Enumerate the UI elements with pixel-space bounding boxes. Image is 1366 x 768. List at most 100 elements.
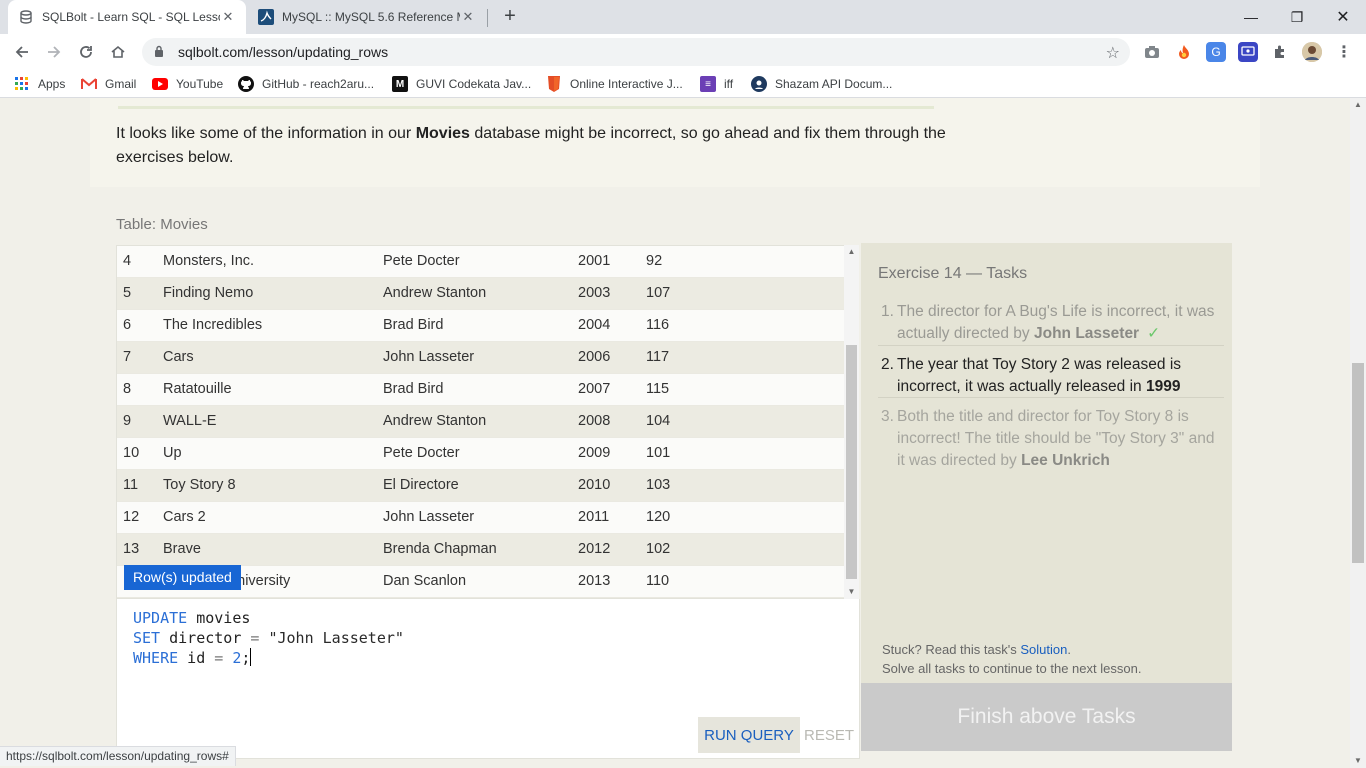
bookmark-iff[interactable]: ≡ iff (700, 76, 733, 92)
cell-length: 103 (646, 477, 671, 493)
table-row: 5 Finding Nemo Andrew Stanton 2003 107 (117, 278, 845, 310)
back-icon[interactable] (10, 40, 34, 64)
bookmark-label: Shazam API Docum... (775, 77, 893, 91)
cell-length: 107 (646, 285, 671, 301)
cell-title: Brave (163, 541, 201, 557)
finish-tasks-button[interactable]: Finish above Tasks (861, 683, 1232, 751)
youtube-icon (152, 76, 168, 92)
cell-director: John Lasseter (383, 509, 475, 525)
bookmark-online-interactive[interactable]: Online Interactive J... (546, 76, 683, 92)
exercise-area: Table: Movies 4 Monsters, Inc. Pete Docter… (90, 187, 1260, 768)
bookmark-shazam[interactable]: Shazam API Docum... (751, 76, 892, 92)
extensions-puzzle-icon[interactable] (1270, 42, 1290, 62)
cell-id: 10 (123, 445, 140, 461)
cell-title: Ratatouille (163, 381, 232, 397)
stuck-hint: Stuck? Read this task's Solution. Solve … (882, 642, 1142, 676)
tab-sqlbolt[interactable]: SQLBolt - Learn SQL - SQL Lesson ✕ (8, 0, 246, 34)
html5-shield-icon (546, 76, 562, 92)
reset-button[interactable]: RESET (802, 717, 856, 753)
scroll-down-icon[interactable]: ▼ (1350, 754, 1366, 768)
divider (878, 397, 1224, 398)
table-row: 9 WALL-E Andrew Stanton 2008 104 (117, 406, 845, 438)
cell-director: El Directore (383, 477, 459, 493)
divider (878, 345, 1224, 346)
table-row: 13 Brave Brenda Chapman 2012 102 (117, 534, 845, 566)
cell-length: 115 (646, 381, 670, 397)
cell-year: 2003 (578, 285, 611, 301)
run-query-button[interactable]: RUN QUERY (698, 717, 800, 753)
page-content: It looks like some of the information in… (0, 98, 1350, 768)
lock-icon (154, 45, 168, 60)
camera-icon[interactable] (1142, 42, 1162, 62)
bookmark-youtube[interactable]: YouTube (152, 76, 223, 92)
mysql-icon (258, 9, 274, 25)
sql-code[interactable]: UPDATE movies SET director = "John Lasse… (133, 608, 404, 668)
forward-icon[interactable] (42, 40, 66, 64)
cell-title: Cars 2 (163, 509, 206, 525)
minimize-icon[interactable]: — (1228, 0, 1274, 34)
cell-title: Finding Nemo (163, 285, 254, 301)
restore-icon[interactable]: ❐ (1274, 0, 1320, 34)
tasks-panel: Exercise 14 — Tasks 1. The director for … (861, 243, 1232, 683)
cell-director: Brenda Chapman (383, 541, 497, 557)
new-tab-icon[interactable]: + (498, 5, 522, 29)
table-scrollbar[interactable]: ▲ ▼ (844, 245, 859, 599)
reload-icon[interactable] (74, 40, 98, 64)
bookmark-star-icon[interactable]: ☆ (1106, 43, 1120, 63)
tab-title: MySQL :: MySQL 5.6 Reference M (282, 10, 460, 24)
scrollbar-thumb[interactable] (1352, 363, 1364, 563)
status-bar-url: https://sqlbolt.com/lesson/updating_rows… (0, 746, 236, 766)
table-row: 4 Monsters, Inc. Pete Docter 2001 92 (117, 246, 845, 278)
bookmark-gmail[interactable]: Gmail (81, 76, 136, 92)
close-icon[interactable]: ✕ (460, 9, 476, 25)
cell-length: 117 (646, 349, 670, 365)
cell-id: 13 (123, 541, 140, 557)
bookmark-label: Gmail (105, 77, 137, 91)
cell-id: 6 (123, 317, 132, 333)
movies-emphasis: Movies (415, 125, 470, 142)
cell-year: 2007 (578, 381, 611, 397)
profile-avatar[interactable] (1302, 42, 1322, 62)
scrollbar-thumb[interactable] (846, 345, 857, 579)
table-row: 7 Cars John Lasseter 2006 117 (117, 342, 845, 374)
lesson-paragraph: It looks like some of the information in… (116, 125, 946, 166)
bookmark-guvi[interactable]: M GUVI Codekata Jav... (392, 76, 531, 92)
table-row: 6 The Incredibles Brad Bird 2004 116 (117, 310, 845, 342)
cell-id: 9 (123, 413, 132, 429)
codekata-m-icon: M (392, 76, 408, 92)
bookmark-github[interactable]: GitHub - reach2aru... (238, 76, 374, 92)
cell-title: WALL-E (163, 413, 217, 429)
scroll-up-icon[interactable]: ▲ (1350, 98, 1366, 112)
bookmark-label: GUVI Codekata Jav... (416, 77, 532, 91)
bookmark-label: Online Interactive J... (570, 77, 683, 91)
tab-title: SQLBolt - Learn SQL - SQL Lesson (42, 10, 220, 24)
cell-year: 2010 (578, 477, 611, 493)
cell-year: 2011 (578, 509, 610, 525)
scroll-up-icon[interactable]: ▲ (844, 245, 859, 259)
cell-id: 5 (123, 285, 132, 301)
screen-cast-icon[interactable] (1238, 42, 1258, 62)
home-icon[interactable] (106, 40, 130, 64)
fire-extension-icon[interactable] (1174, 42, 1194, 62)
cell-length: 110 (646, 573, 670, 589)
cell-director: Brad Bird (383, 381, 444, 397)
page-scrollbar[interactable]: ▲ ▼ (1350, 98, 1366, 768)
menu-kebab-icon[interactable]: ⋮ (1334, 42, 1354, 62)
window-close-icon[interactable]: ✕ (1320, 0, 1366, 34)
cell-year: 2004 (578, 317, 611, 333)
close-icon[interactable]: ✕ (220, 9, 236, 25)
translate-icon[interactable]: G (1206, 42, 1226, 62)
bookmark-apps[interactable]: Apps (14, 76, 65, 92)
cell-director: Andrew Stanton (383, 285, 487, 301)
cell-year: 2006 (578, 349, 611, 365)
address-bar[interactable]: sqlbolt.com/lesson/updating_rows ☆ (142, 38, 1130, 66)
cell-director: Andrew Stanton (383, 413, 487, 429)
cell-director: Pete Docter (383, 445, 460, 461)
url-text: sqlbolt.com/lesson/updating_rows (178, 44, 389, 60)
divider (118, 106, 934, 109)
tab-mysql[interactable]: MySQL :: MySQL 5.6 Reference M ✕ (248, 0, 486, 34)
solution-link[interactable]: Solution (1020, 642, 1067, 657)
scroll-down-icon[interactable]: ▼ (844, 585, 859, 599)
cell-director: John Lasseter (383, 349, 475, 365)
cell-id: 11 (123, 477, 139, 493)
